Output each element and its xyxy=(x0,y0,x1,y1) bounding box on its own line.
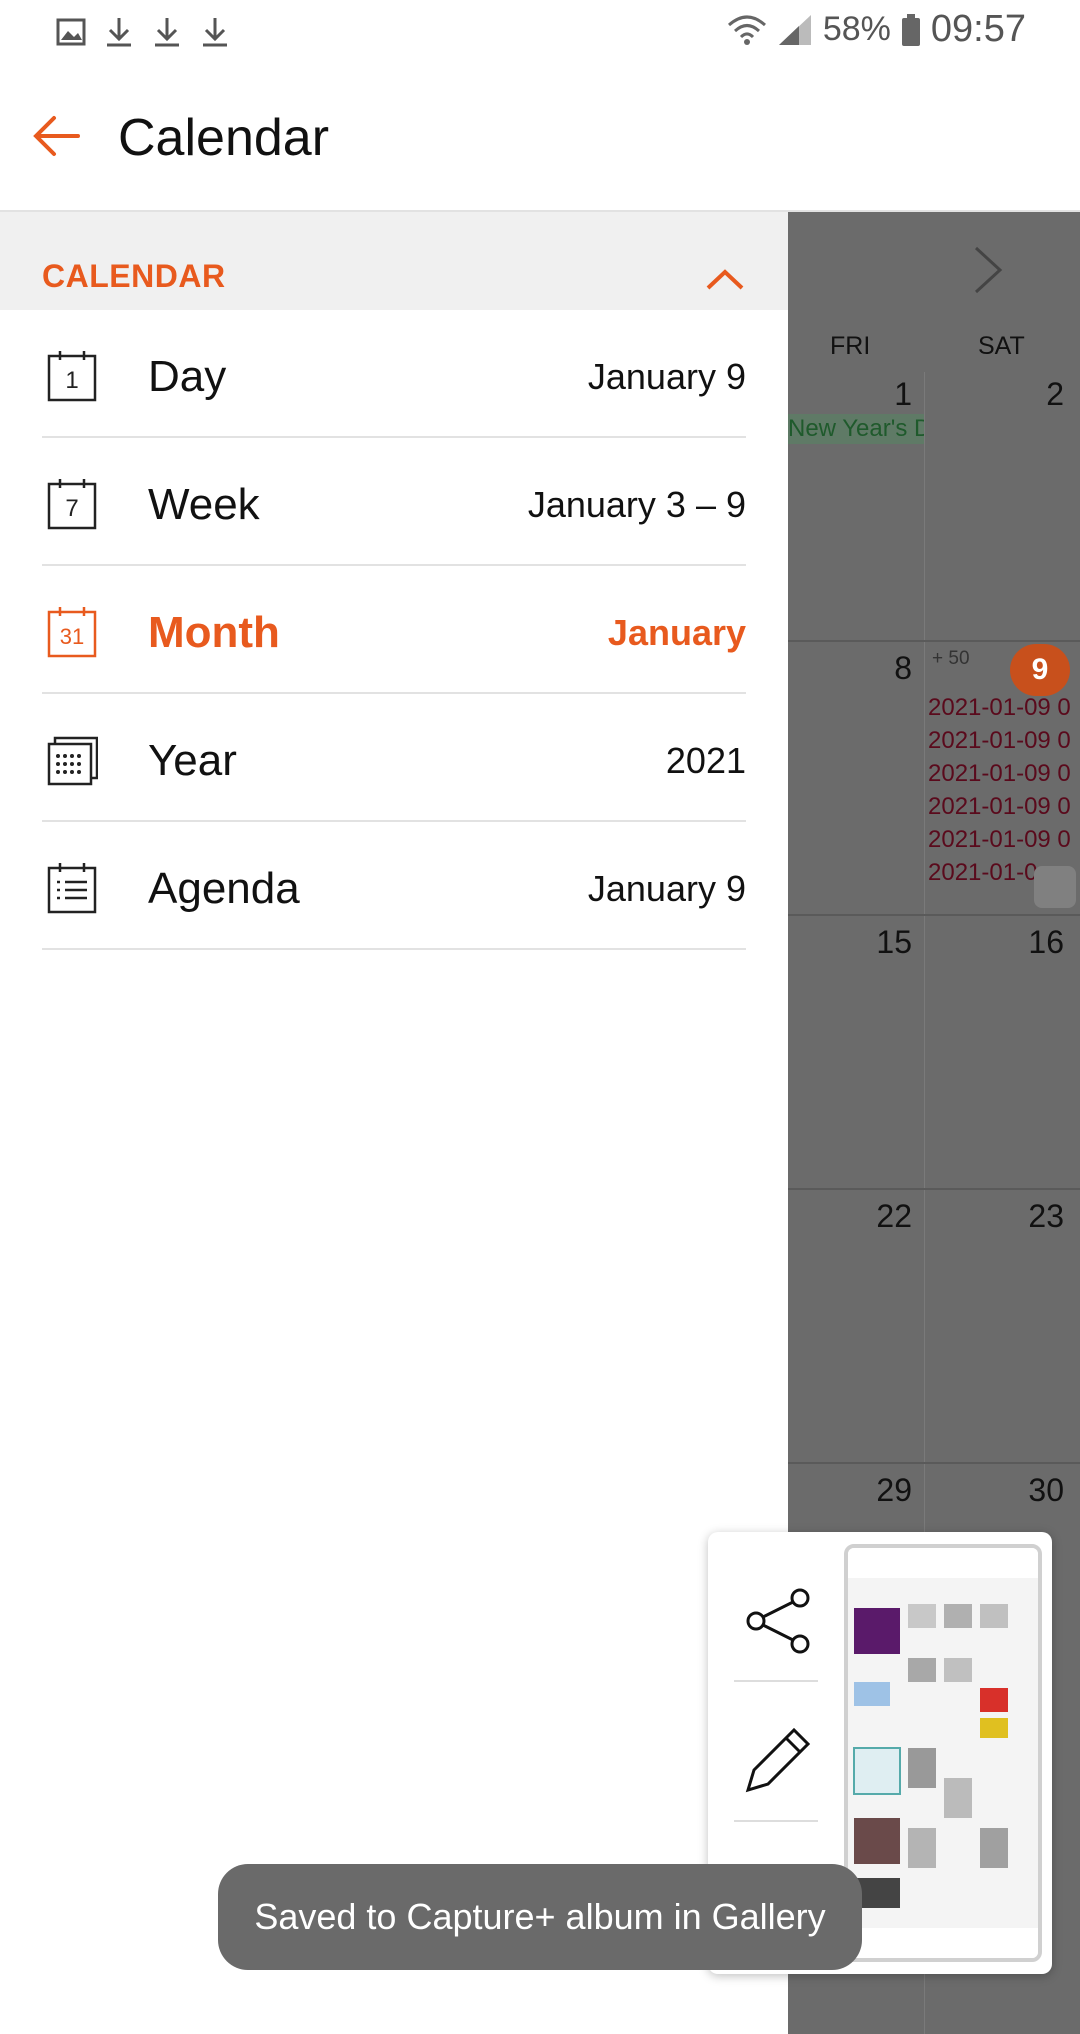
date-cell[interactable]: 16 xyxy=(1004,924,1064,961)
drawer-item-label: Year xyxy=(148,736,237,785)
wifi-icon xyxy=(727,15,766,45)
chevron-up-icon[interactable] xyxy=(700,260,750,296)
download-icon xyxy=(155,18,179,47)
drawer-item-month[interactable]: 31 Month January xyxy=(42,566,746,694)
date-cell[interactable]: 15 xyxy=(852,924,912,961)
date-cell[interactable]: 22 xyxy=(852,1198,912,1235)
week-divider xyxy=(788,914,1080,916)
chevron-right-icon[interactable] xyxy=(968,242,1008,298)
section-title: CALENDAR xyxy=(42,258,226,294)
week-divider xyxy=(788,1188,1080,1190)
calendar-year-icon xyxy=(47,736,98,786)
date-cell[interactable]: 23 xyxy=(1004,1198,1064,1235)
status-bar: 58% 09:57 xyxy=(0,0,1080,64)
drawer-item-day[interactable]: 1 Day January 9 xyxy=(42,310,746,438)
svg-text:31: 31 xyxy=(60,624,84,649)
drawer-item-label: Week xyxy=(148,480,260,529)
thumbnail-image xyxy=(848,1548,1038,1958)
drawer-item-value: January 3 – 9 xyxy=(527,484,746,525)
event-item[interactable]: 2021-01-0 xyxy=(928,859,1037,887)
download-icon xyxy=(203,18,227,47)
event-item[interactable]: 2021-01-09 0 xyxy=(928,727,1071,755)
svg-text:1: 1 xyxy=(65,367,78,394)
calendar-month-icon: 31 xyxy=(47,607,97,658)
action-divider xyxy=(734,1820,818,1822)
date-cell[interactable]: 29 xyxy=(852,1472,912,1509)
gallery-icon xyxy=(56,18,86,46)
clock: 09:57 xyxy=(930,8,1026,50)
event-item[interactable]: 2021-01-09 0 xyxy=(928,760,1071,788)
edit-pencil-icon[interactable] xyxy=(734,1714,824,1804)
drawer-item-label: Month xyxy=(148,608,280,657)
svg-text:7: 7 xyxy=(65,495,78,522)
drawer-item-label: Agenda xyxy=(148,864,300,913)
day-of-week-fri: FRI xyxy=(830,332,871,360)
drawer-item-agenda[interactable]: Agenda January 9 xyxy=(42,822,746,950)
drawer-item-week[interactable]: 7 Week January 3 – 9 xyxy=(42,438,746,566)
download-icon xyxy=(107,18,131,47)
event-item[interactable]: 2021-01-09 0 xyxy=(928,826,1071,854)
event-item[interactable]: 2021-01-09 0 xyxy=(928,793,1071,821)
app-bar: Calendar xyxy=(0,64,1080,212)
date-cell[interactable]: 2 xyxy=(1004,376,1064,413)
today-badge[interactable]: 9 xyxy=(1010,644,1070,696)
date-cell[interactable]: 1 xyxy=(852,376,912,413)
week-divider xyxy=(788,1462,1080,1464)
more-events-count: + 50 xyxy=(932,648,970,669)
attachment-icon[interactable] xyxy=(1034,866,1076,908)
day-of-week-sat: SAT xyxy=(978,332,1025,360)
drawer-item-label: Day xyxy=(148,352,227,401)
status-right: 58% 09:57 xyxy=(727,8,1026,51)
notification-icons xyxy=(56,14,230,50)
toast-message: Saved to Capture+ album in Gallery xyxy=(218,1864,862,1970)
date-cell[interactable]: 30 xyxy=(1004,1472,1064,1509)
drawer-item-year[interactable]: Year 2021 xyxy=(42,694,746,822)
page-title: Calendar xyxy=(118,109,330,167)
navigation-drawer: CALENDAR 1 Day January 9 7 Week January … xyxy=(0,212,788,2034)
battery-icon xyxy=(901,13,920,46)
action-divider xyxy=(734,1680,818,1682)
screenshot-thumbnail[interactable] xyxy=(844,1544,1042,1962)
calendar-week-icon: 7 xyxy=(47,479,97,530)
holiday-event[interactable]: New Year's D xyxy=(788,414,924,444)
drawer-item-value: 2021 xyxy=(665,740,746,781)
event-item[interactable]: 2021-01-09 0 xyxy=(928,694,1071,722)
calendar-agenda-icon xyxy=(47,863,97,914)
week-divider xyxy=(788,640,1080,642)
battery-percent: 58% xyxy=(822,10,891,48)
calendar-section-header[interactable]: CALENDAR xyxy=(0,212,788,310)
share-icon[interactable] xyxy=(734,1576,824,1666)
back-arrow-icon[interactable] xyxy=(30,108,86,164)
drawer-item-value: January 9 xyxy=(587,868,746,909)
date-cell[interactable]: 8 xyxy=(852,650,912,687)
drawer-item-value: January 9 xyxy=(587,356,746,397)
calendar-day-icon: 1 xyxy=(47,351,97,402)
drawer-item-value: January xyxy=(607,612,746,653)
signal-icon xyxy=(778,14,811,45)
